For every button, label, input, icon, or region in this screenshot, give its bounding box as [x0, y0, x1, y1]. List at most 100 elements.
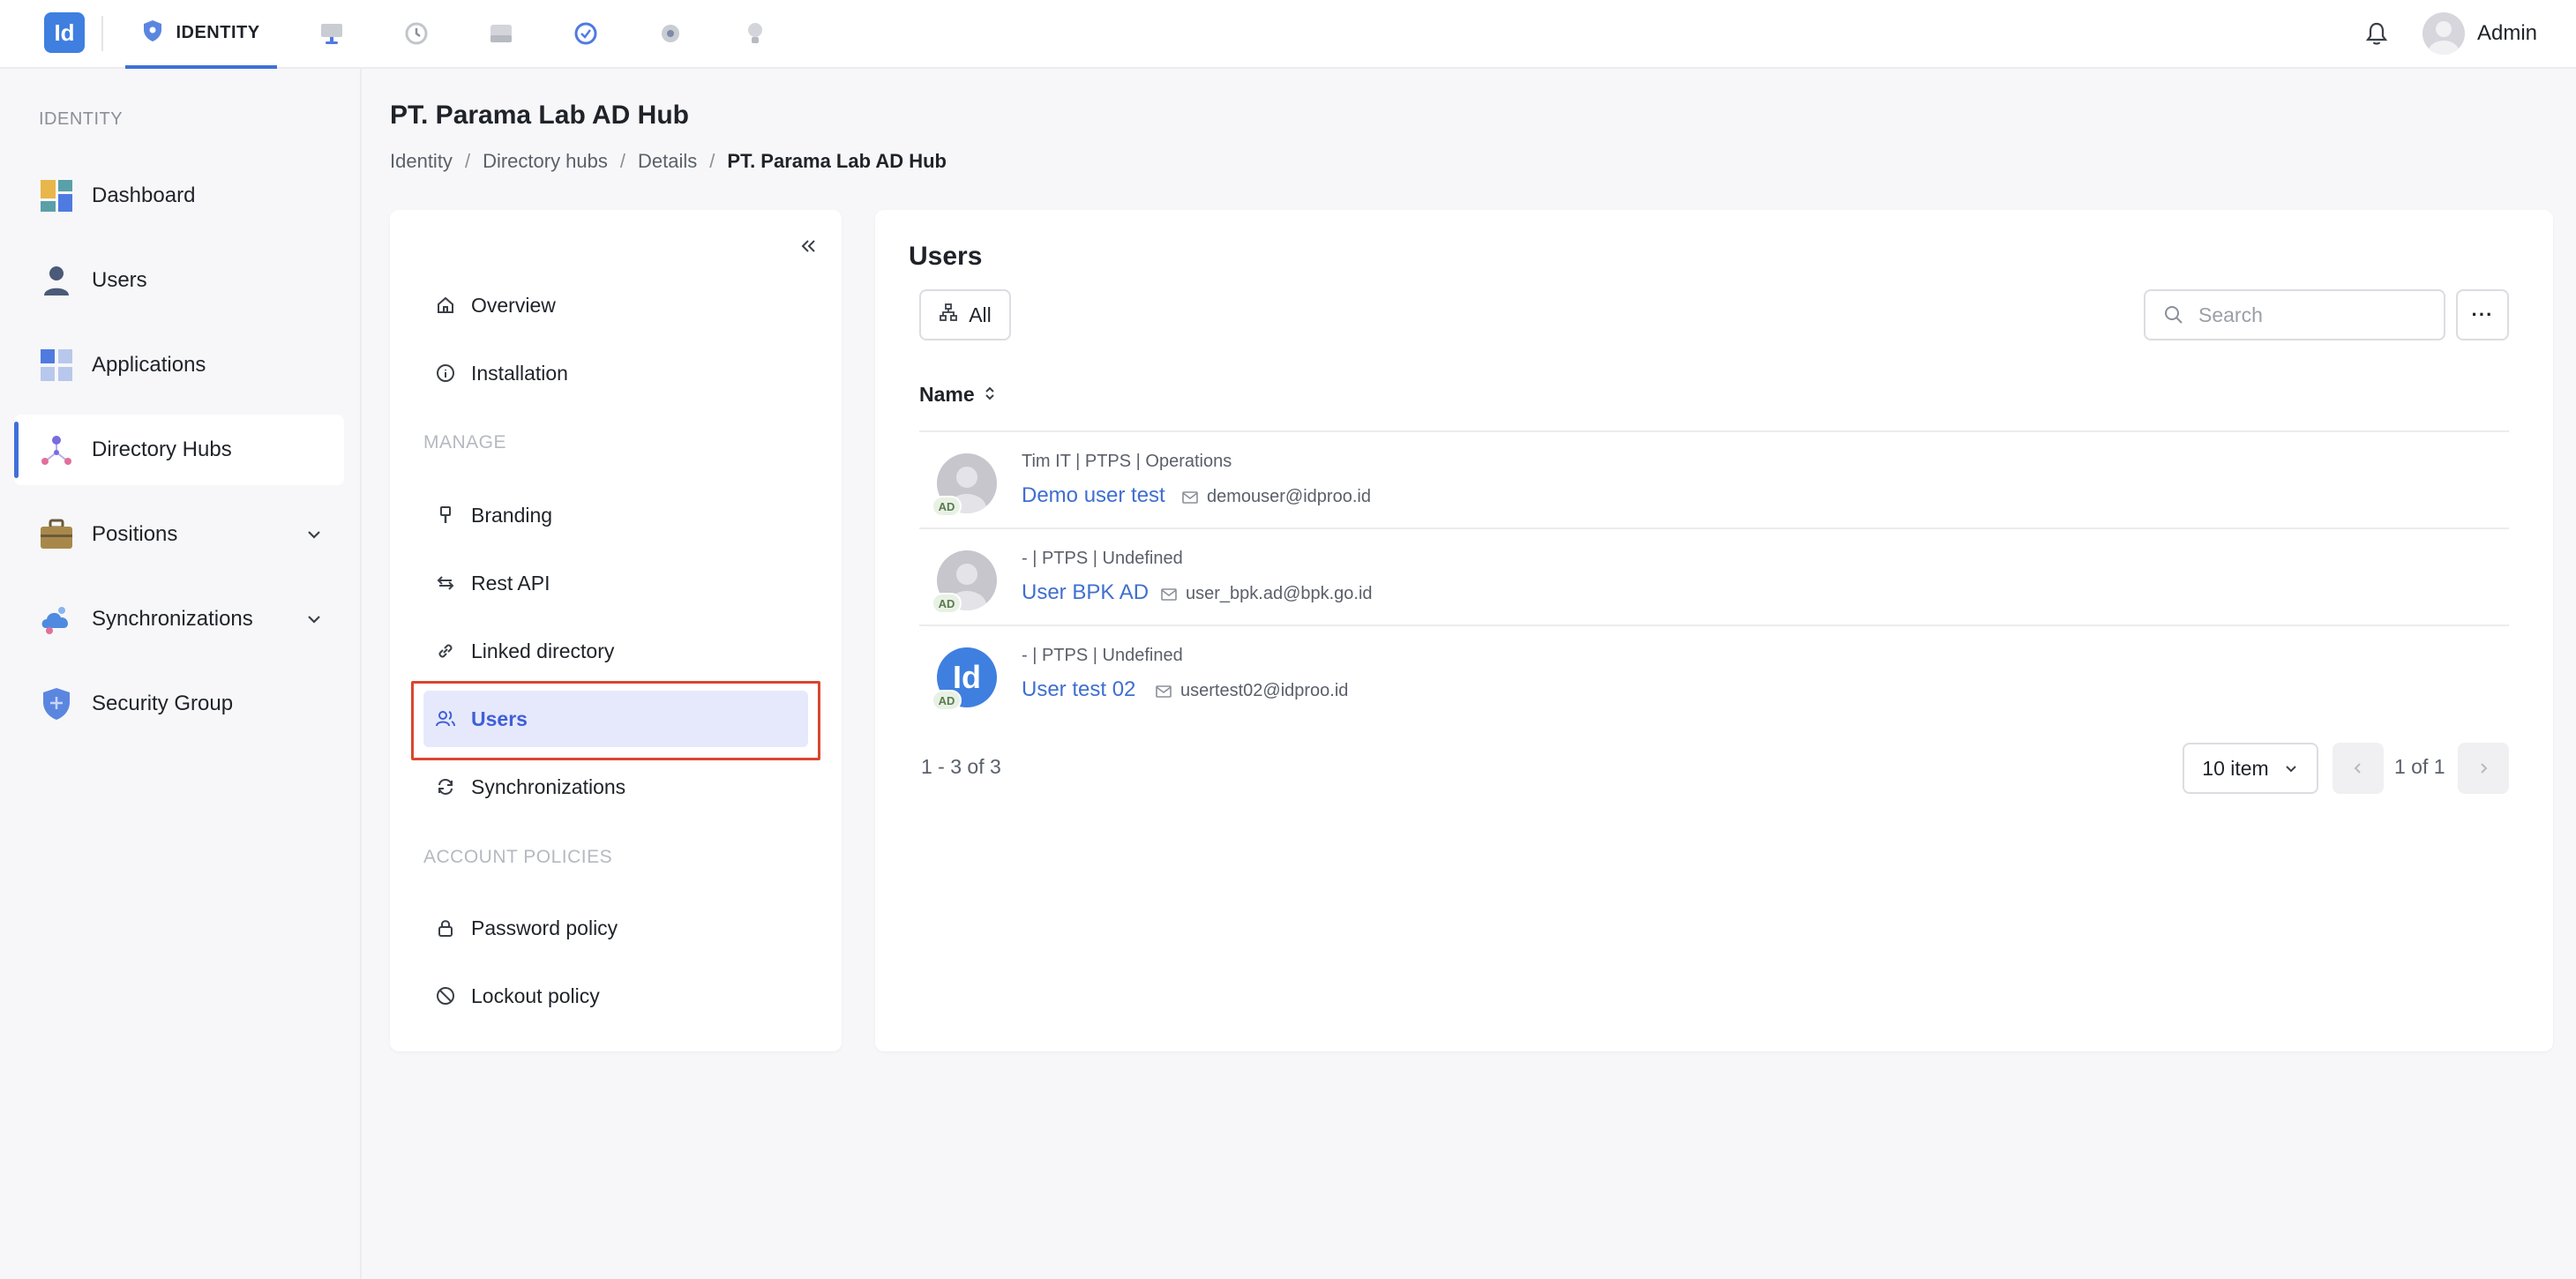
hierarchy-icon	[939, 303, 958, 327]
column-header-label: Name	[919, 383, 975, 406]
filter-all-button[interactable]: All	[919, 289, 1011, 340]
user-meta: - | PTPS | Undefined	[1022, 549, 1183, 568]
user-name-link[interactable]: User BPK AD	[1022, 580, 1149, 605]
search-box[interactable]	[2144, 289, 2445, 340]
app-logo[interactable]: Id	[44, 12, 85, 53]
user-name[interactable]: Admin	[2477, 21, 2537, 46]
breadcrumb-separator: /	[619, 150, 626, 172]
nav-overview[interactable]: Overview	[423, 277, 808, 333]
chevron-down-icon[interactable]	[303, 609, 325, 630]
breadcrumb-current: PT. Parama Lab AD Hub	[727, 150, 947, 172]
ad-badge: AD	[932, 690, 962, 711]
sidebar-item-label: Applications	[92, 353, 206, 377]
user-avatar[interactable]	[2422, 12, 2465, 55]
breadcrumb-link[interactable]: Directory hubs	[483, 150, 608, 173]
nav-branding[interactable]: Branding	[423, 487, 808, 543]
user-email-text: demouser@idproo.id	[1207, 487, 1371, 506]
nav-label: Rest API	[471, 571, 550, 595]
nav-rest-api[interactable]: Rest API	[423, 555, 808, 611]
nav-label: Linked directory	[471, 639, 615, 662]
nav-password-policy[interactable]: Password policy	[423, 900, 808, 956]
mail-icon	[1156, 684, 1172, 698]
briefcase-icon	[39, 517, 74, 552]
breadcrumb: Identity / Directory hubs / Details / PT…	[390, 150, 947, 173]
history-icon[interactable]	[401, 18, 432, 49]
avatar-initials: Id	[953, 659, 981, 695]
cloud-sync-icon	[39, 602, 74, 637]
nav-installation[interactable]: Installation	[423, 345, 808, 401]
nav-linked-directory[interactable]: Linked directory	[423, 623, 808, 679]
collapse-icon[interactable]	[796, 233, 822, 259]
breadcrumb-separator: /	[464, 150, 471, 172]
check-circle-icon[interactable]	[570, 18, 602, 49]
top-divider	[101, 16, 103, 51]
local-nav-panel: Overview Installation MANAGE Branding Re…	[390, 210, 842, 1051]
gear-icon[interactable]	[655, 18, 686, 49]
sidebar-item-directory-hubs[interactable]: Directory Hubs	[14, 415, 344, 485]
user-name-link[interactable]: Demo user test	[1022, 483, 1165, 508]
column-header-name[interactable]: Name	[919, 383, 996, 407]
sidebar-item-synchronizations[interactable]: Synchronizations	[14, 584, 344, 654]
tab-identity[interactable]: IDENTITY	[125, 0, 277, 69]
drive-icon[interactable]	[485, 18, 517, 49]
nav-label: Branding	[471, 503, 553, 527]
chevron-down-icon[interactable]	[303, 524, 325, 545]
sidebar-item-label: Positions	[92, 522, 178, 546]
user-email: usertest02@idproo.id	[1156, 681, 1348, 701]
breadcrumb-link[interactable]: Identity	[390, 150, 453, 173]
nav-label: Installation	[471, 361, 568, 385]
panel-title: Users	[909, 242, 983, 271]
more-options-button[interactable]: ···	[2456, 289, 2509, 340]
sidebar-section-label: IDENTITY	[39, 109, 124, 129]
search-input[interactable]	[2198, 303, 2428, 327]
sidebar-item-label: Users	[92, 268, 147, 292]
section-account-policies: ACCOUNT POLICIES	[423, 847, 613, 867]
sidebar-item-applications[interactable]: Applications	[14, 330, 344, 400]
user-email-text: usertest02@idproo.id	[1180, 681, 1349, 700]
refresh-icon	[434, 775, 457, 798]
ad-badge: AD	[932, 593, 962, 614]
per-page-select[interactable]: 10 item	[2183, 743, 2318, 794]
link-icon	[434, 640, 457, 662]
nav-lockout-policy[interactable]: Lockout policy	[423, 968, 808, 1024]
top-bar: Id IDENTITY Admin	[0, 0, 2576, 69]
sidebar-item-label: Dashboard	[92, 183, 196, 207]
section-manage: MANAGE	[423, 432, 507, 453]
home-icon	[434, 294, 457, 317]
search-icon	[2163, 303, 2186, 326]
prev-page-button[interactable]	[2333, 743, 2384, 794]
sidebar-item-positions[interactable]: Positions	[14, 499, 344, 570]
chevron-right-icon	[2481, 763, 2488, 774]
user-icon	[39, 263, 74, 298]
breadcrumb-link[interactable]: Details	[638, 150, 697, 173]
applications-icon	[39, 348, 74, 383]
table-row[interactable]: AD Tim IT | PTPS | Operations Demo user …	[919, 432, 2509, 529]
sidebar-item-security-group[interactable]: Security Group	[14, 669, 344, 739]
users-panel: Users All ··· Name AD Tim IT | PTPS | Op…	[875, 210, 2553, 1051]
page-indicator: 1 of 1	[2394, 755, 2445, 778]
monitor-icon[interactable]	[316, 18, 348, 49]
nav-label: Lockout policy	[471, 984, 600, 1007]
sidebar-item-label: Directory Hubs	[92, 438, 232, 461]
sidebar-item-users[interactable]: Users	[14, 245, 344, 316]
nav-label: Overview	[471, 293, 556, 317]
chevron-down-icon	[2286, 766, 2296, 773]
nav-synchronizations[interactable]: Synchronizations	[423, 759, 808, 815]
shield-icon	[142, 19, 163, 47]
lock-icon	[434, 916, 457, 939]
selection-highlight	[411, 681, 820, 760]
bulb-icon[interactable]	[739, 18, 771, 49]
sidebar-item-dashboard[interactable]: Dashboard	[14, 161, 344, 231]
filter-all-label: All	[969, 303, 992, 326]
swap-icon	[434, 572, 457, 595]
next-page-button[interactable]	[2458, 743, 2509, 794]
result-count: 1 - 3 of 3	[921, 755, 1001, 778]
table-row[interactable]: Id AD - | PTPS | Undefined User test 02 …	[919, 626, 2509, 723]
bell-icon[interactable]	[2361, 18, 2393, 49]
nav-label: Password policy	[471, 916, 618, 939]
table-row[interactable]: AD - | PTPS | Undefined User BPK AD user…	[919, 529, 2509, 626]
ad-badge: AD	[932, 496, 962, 517]
user-meta: - | PTPS | Undefined	[1022, 646, 1183, 665]
user-name-link[interactable]: User test 02	[1022, 677, 1135, 702]
sidebar: IDENTITY Dashboard Users Applications Di…	[0, 69, 362, 1279]
